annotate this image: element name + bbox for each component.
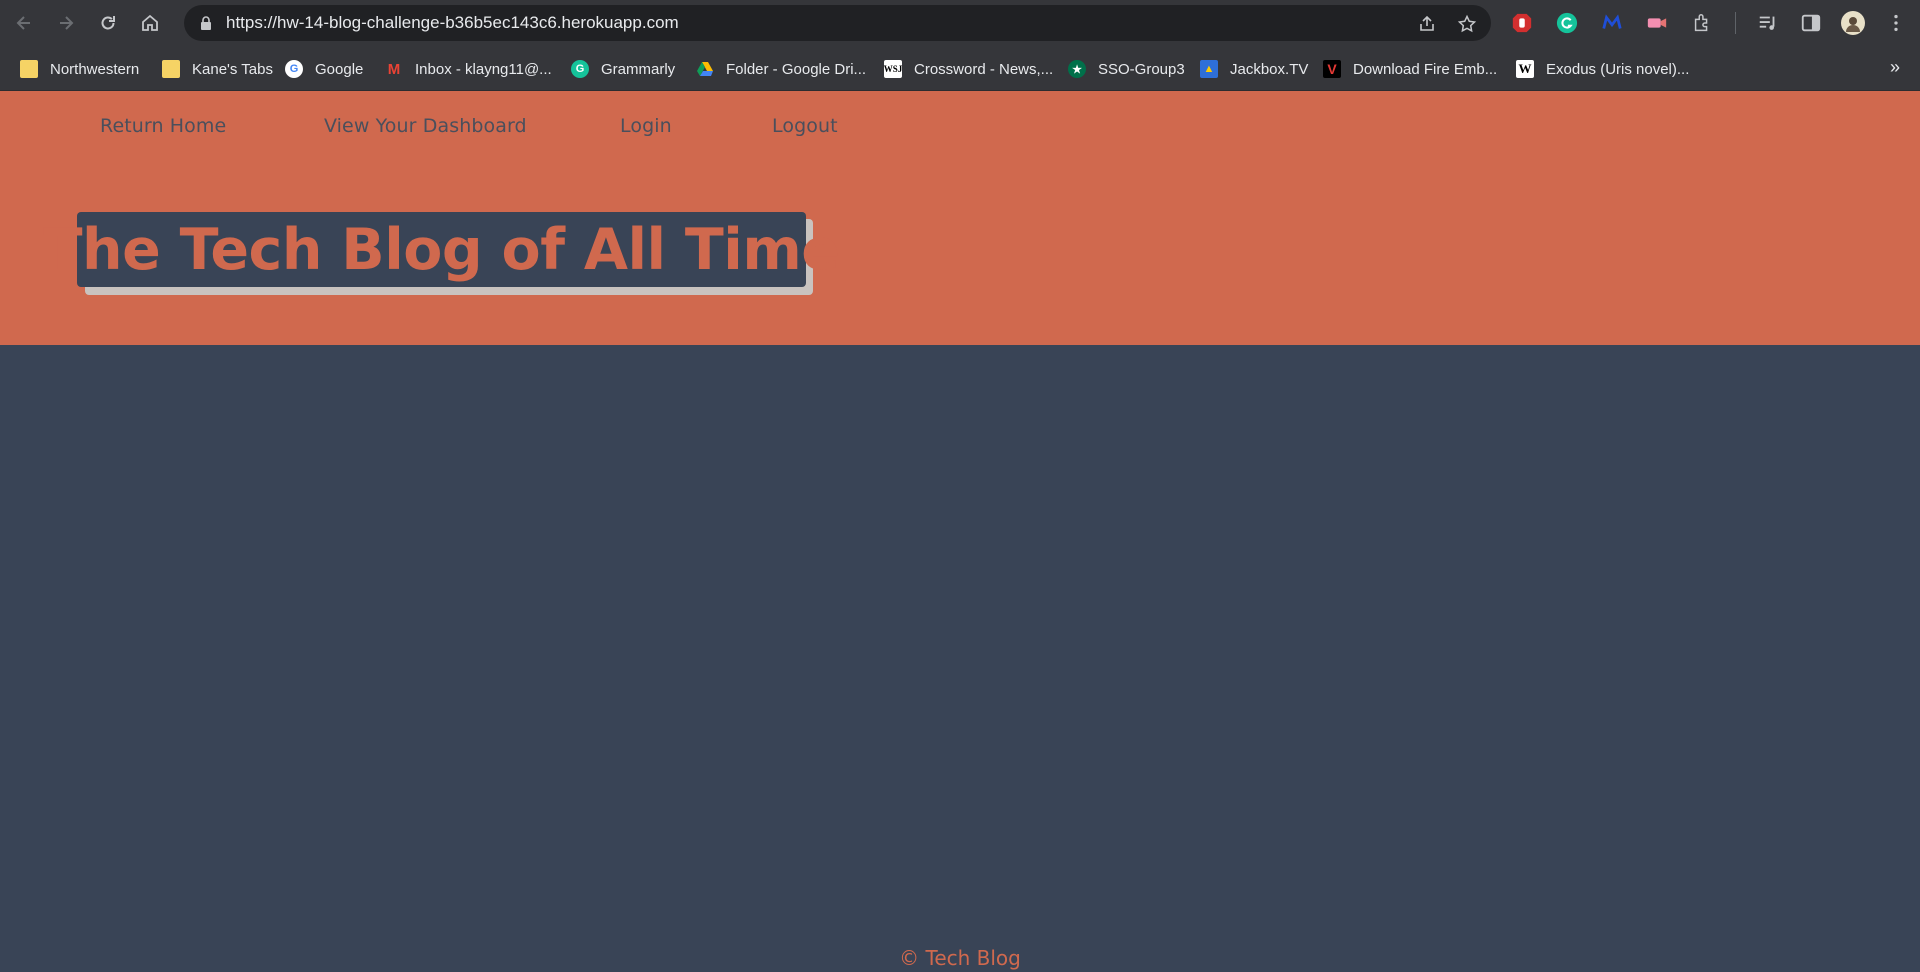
- bookmark-label: Jackbox.TV: [1230, 60, 1309, 78]
- menu-kebab-icon[interactable]: [1884, 11, 1908, 35]
- bookmark-label: Kane's Tabs: [192, 60, 273, 78]
- screen-recorder-icon[interactable]: [1645, 11, 1669, 35]
- site-footer: © Tech Blog: [0, 946, 1920, 972]
- reload-icon[interactable]: [94, 9, 122, 37]
- wikipedia-icon: W: [1516, 60, 1534, 78]
- nav-view-dashboard[interactable]: View Your Dashboard: [324, 115, 527, 137]
- bookmark-crossword[interactable]: WSJ Crossword - News,...: [884, 57, 1053, 81]
- bookmark-sso-group3[interactable]: ★ SSO-Group3: [1068, 57, 1185, 81]
- gmail-icon: M: [387, 60, 401, 78]
- wsj-icon: WSJ: [884, 60, 902, 78]
- title-box: The Tech Blog of All Time: [44, 212, 840, 287]
- title-banner: The Tech Blog of All Time: [44, 212, 840, 295]
- nav-logout[interactable]: Logout: [772, 115, 838, 137]
- share-icon[interactable]: [1417, 14, 1437, 34]
- nav-login[interactable]: Login: [620, 115, 672, 137]
- grammarly-extension-icon[interactable]: [1555, 11, 1579, 35]
- side-panel-icon[interactable]: [1799, 11, 1823, 35]
- bookmark-google-drive[interactable]: Folder - Google Dri...: [696, 57, 866, 81]
- bookmark-label: Inbox - klayng11@...: [415, 60, 552, 78]
- folder-icon: [20, 60, 38, 78]
- site-nav: Return Home View Your Dashboard Login Lo…: [0, 91, 1920, 165]
- back-arrow-icon[interactable]: [10, 9, 38, 37]
- bookmark-label: SSO-Group3: [1098, 60, 1185, 78]
- page-title: The Tech Blog of All Time: [43, 216, 840, 283]
- bookmark-label: Crossword - News,...: [914, 60, 1054, 78]
- google-icon: G: [285, 60, 303, 78]
- star-icon[interactable]: [1457, 14, 1477, 34]
- bookmark-label: Folder - Google Dri...: [726, 60, 867, 78]
- bookmark-grammarly[interactable]: G Grammarly: [571, 57, 675, 81]
- home-icon[interactable]: [136, 9, 164, 37]
- bookmark-label: Grammarly: [601, 60, 676, 78]
- bookmark-label: Northwestern: [50, 60, 140, 78]
- extensions-puzzle-icon[interactable]: [1690, 11, 1714, 35]
- bookmark-label: Exodus (Uris novel)...: [1546, 60, 1690, 78]
- bookmark-jackbox[interactable]: ▲ Jackbox.TV: [1200, 57, 1308, 81]
- adblock-icon[interactable]: [1510, 11, 1534, 35]
- bookmark-google[interactable]: G Google: [285, 57, 363, 81]
- browser-toolbar: https://hw-14-blog-challenge-b36b5ec143c…: [0, 0, 1920, 46]
- avatar[interactable]: [1841, 11, 1865, 35]
- media-queue-icon[interactable]: [1756, 11, 1780, 35]
- forward-arrow-icon[interactable]: [52, 9, 80, 37]
- footer-copyright: © Tech Blog: [899, 946, 1021, 970]
- site-header: Return Home View Your Dashboard Login Lo…: [0, 91, 1920, 345]
- grammarly-icon: G: [571, 60, 589, 78]
- m-extension-icon[interactable]: [1600, 11, 1624, 35]
- more-bookmarks-button[interactable]: »: [1890, 57, 1900, 78]
- bookmark-label: Google: [315, 60, 364, 78]
- bookmark-northwestern[interactable]: Northwestern: [20, 57, 139, 81]
- vimm-icon: V: [1323, 60, 1341, 78]
- jackbox-icon: ▲: [1200, 60, 1218, 78]
- bookmark-gmail[interactable]: M Inbox - klayng11@...: [385, 57, 552, 81]
- main-content: [0, 345, 1920, 945]
- lock-icon[interactable]: [198, 15, 214, 31]
- bookmark-download-fire-emblem[interactable]: V Download Fire Emb...: [1323, 57, 1497, 81]
- bookmark-kanes-tabs[interactable]: Kane's Tabs: [162, 57, 273, 81]
- bookmark-label: Download Fire Emb...: [1353, 60, 1498, 78]
- toolbar-divider: [1735, 12, 1736, 34]
- google-drive-icon: [696, 60, 714, 78]
- bookmarks-bar: Northwestern Kane's Tabs G Google M Inbo…: [0, 46, 1920, 91]
- folder-icon: [162, 60, 180, 78]
- bookmark-exodus[interactable]: W Exodus (Uris novel)...: [1516, 57, 1689, 81]
- url-text[interactable]: https://hw-14-blog-challenge-b36b5ec143c…: [226, 5, 679, 41]
- nav-return-home[interactable]: Return Home: [100, 115, 226, 137]
- starbucks-icon: ★: [1068, 60, 1086, 78]
- address-bar[interactable]: https://hw-14-blog-challenge-b36b5ec143c…: [184, 5, 1491, 41]
